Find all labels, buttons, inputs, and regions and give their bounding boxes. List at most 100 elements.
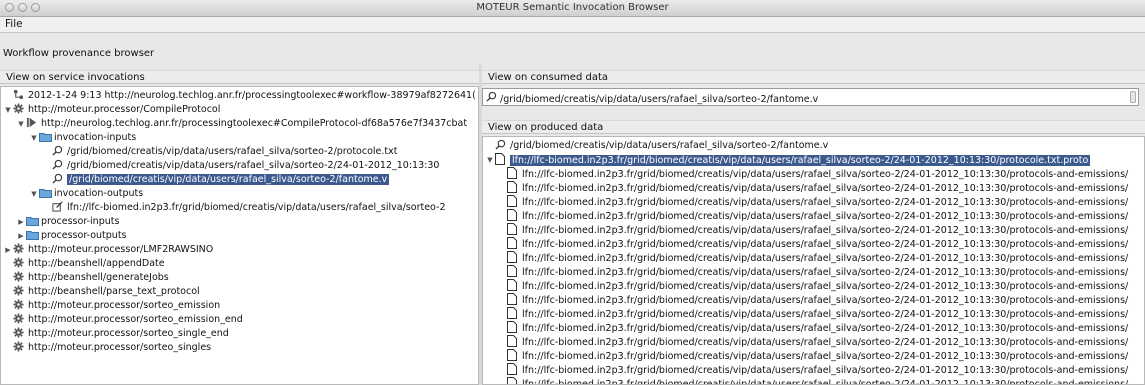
- produced-row[interactable]: lfn://lfc-biomed.in2p3.fr/grid/biomed/cr…: [483, 349, 1128, 363]
- produced-label: lfn://lfc-biomed.in2p3.fr/grid/biomed/cr…: [522, 239, 1129, 250]
- invocation-row[interactable]: http://moteur.processor/sorteo_emission_…: [1, 313, 243, 327]
- consumed-field-scroll[interactable]: [1130, 91, 1136, 103]
- produced-row[interactable]: /grid/biomed/creatis/vip/data/users/rafa…: [483, 139, 828, 153]
- doc-icon: [507, 307, 519, 319]
- produced-row[interactable]: lfn://lfc-biomed.in2p3.fr/grid/biomed/cr…: [483, 335, 1128, 349]
- produced-row[interactable]: lfn://lfc-biomed.in2p3.fr/grid/biomed/cr…: [483, 321, 1128, 335]
- invocation-row[interactable]: http://beanshell/appendDate: [1, 257, 165, 271]
- collapse-toggle-icon[interactable]: ▼: [3, 103, 13, 117]
- invocation-label: http://moteur.processor/sorteo_singles: [28, 342, 212, 353]
- consumed-data-header: View on consumed data: [482, 70, 1145, 84]
- invocation-row[interactable]: 2012-1-24 9:13 http://neurolog.techlog.a…: [1, 89, 476, 103]
- produced-label: lfn://lfc-biomed.in2p3.fr/grid/biomed/cr…: [522, 309, 1129, 320]
- collapse-toggle-icon[interactable]: ▼: [29, 131, 39, 145]
- doc-icon: [507, 293, 519, 305]
- produced-row[interactable]: lfn://lfc-biomed.in2p3.fr/grid/biomed/cr…: [483, 279, 1128, 293]
- invocation-label: lfn://lfc-biomed.in2p3.fr/grid/biomed/cr…: [67, 202, 446, 213]
- service-invocations-header: View on service invocations: [0, 70, 479, 84]
- produced-row[interactable]: lfn://lfc-biomed.in2p3.fr/grid/biomed/cr…: [483, 209, 1128, 223]
- invocation-label: http://moteur.processor/sorteo_emission_…: [28, 314, 243, 325]
- doc-icon: [507, 181, 519, 193]
- folder-icon: [26, 216, 39, 228]
- invocation-row[interactable]: /grid/biomed/creatis/vip/data/users/rafa…: [1, 145, 397, 159]
- produced-data-tree[interactable]: /grid/biomed/creatis/vip/data/users/rafa…: [482, 136, 1145, 385]
- consumed-data-value: /grid/biomed/creatis/vip/data/users/rafa…: [500, 94, 819, 105]
- doc-icon: [507, 363, 519, 375]
- expand-toggle-icon[interactable]: ▶: [16, 215, 26, 229]
- invocation-row[interactable]: http://moteur.processor/sorteo_single_en…: [1, 327, 229, 341]
- doc-icon: [507, 195, 519, 207]
- doc-icon: [507, 349, 519, 361]
- consumed-data-field[interactable]: /grid/biomed/creatis/vip/data/users/rafa…: [482, 88, 1139, 106]
- produced-label: lfn://lfc-biomed.in2p3.fr/grid/biomed/cr…: [522, 281, 1129, 292]
- invocation-row[interactable]: ▼ http://neurolog.techlog.anr.fr/processi…: [1, 117, 467, 131]
- doc-icon: [507, 377, 519, 384]
- invocation-label: processor-outputs: [41, 230, 127, 241]
- produced-data-header: View on produced data: [482, 120, 1145, 134]
- produced-row[interactable]: lfn://lfc-biomed.in2p3.fr/grid/biomed/cr…: [483, 363, 1128, 377]
- gear-icon: [13, 341, 25, 353]
- invocation-label: /grid/biomed/creatis/vip/data/users/rafa…: [67, 174, 390, 185]
- produced-row[interactable]: ▼ lfn://lfc-biomed.in2p3.fr/grid/biomed/c…: [483, 153, 1091, 167]
- invocation-row[interactable]: ▶ processor-outputs: [1, 229, 127, 243]
- window-title: MOTEUR Semantic Invocation Browser: [476, 2, 669, 13]
- menu-bar: File: [0, 17, 1145, 33]
- invocation-label: invocation-outputs: [54, 188, 144, 199]
- menu-file[interactable]: File: [5, 18, 23, 30]
- invocation-row[interactable]: /grid/biomed/creatis/vip/data/users/rafa…: [1, 173, 390, 187]
- invocation-row[interactable]: http://beanshell/generateJobs: [1, 271, 169, 285]
- produced-row[interactable]: lfn://lfc-biomed.in2p3.fr/grid/biomed/cr…: [483, 223, 1128, 237]
- workflow-icon: [13, 89, 25, 101]
- expand-toggle-icon[interactable]: ▶: [3, 243, 13, 257]
- produced-label: lfn://lfc-biomed.in2p3.fr/grid/biomed/cr…: [522, 337, 1129, 348]
- invocation-row[interactable]: ▶ processor-inputs: [1, 215, 119, 229]
- run-icon: [26, 117, 38, 129]
- invocation-row[interactable]: http://moteur.processor/sorteo_singles: [1, 341, 211, 355]
- invocation-label: http://beanshell/parse_text_protocol: [28, 286, 200, 297]
- collapse-toggle-icon[interactable]: ▼: [29, 187, 39, 201]
- produced-row[interactable]: lfn://lfc-biomed.in2p3.fr/grid/biomed/cr…: [483, 181, 1128, 195]
- data-icon: [52, 145, 64, 157]
- doc-icon: [495, 153, 507, 165]
- data-icon: [52, 173, 64, 185]
- produced-row[interactable]: lfn://lfc-biomed.in2p3.fr/grid/biomed/cr…: [483, 307, 1128, 321]
- produced-row[interactable]: lfn://lfc-biomed.in2p3.fr/grid/biomed/cr…: [483, 251, 1128, 265]
- invocation-label: http://moteur.processor/sorteo_single_en…: [28, 328, 229, 339]
- invocation-row[interactable]: http://beanshell/parse_text_protocol: [1, 285, 200, 299]
- invocation-row[interactable]: ▼ invocation-inputs: [1, 131, 136, 145]
- gear-icon: [13, 271, 25, 283]
- invocation-row[interactable]: ▶ http://moteur.processor/LMF2RAWSINO: [1, 243, 213, 257]
- gear-icon: [13, 313, 25, 325]
- invocation-label: http://moteur.processor/LMF2RAWSINO: [28, 244, 214, 255]
- invocation-row[interactable]: ▼ http://moteur.processor/CompileProtocol: [1, 103, 220, 117]
- produced-label: lfn://lfc-biomed.in2p3.fr/grid/biomed/cr…: [522, 323, 1129, 334]
- app-header: Workflow provenance browser: [3, 48, 155, 59]
- doc-icon: [507, 237, 519, 249]
- doc-icon: [507, 279, 519, 291]
- gear-icon: [13, 257, 25, 269]
- doc-icon: [507, 223, 519, 235]
- produced-row[interactable]: lfn://lfc-biomed.in2p3.fr/grid/biomed/cr…: [483, 167, 1128, 181]
- doc-icon: [507, 335, 519, 347]
- produced-row[interactable]: lfn://lfc-biomed.in2p3.fr/grid/biomed/cr…: [483, 237, 1128, 251]
- produced-label: lfn://lfc-biomed.in2p3.fr/grid/biomed/cr…: [522, 183, 1129, 194]
- invocation-row[interactable]: /grid/biomed/creatis/vip/data/users/rafa…: [1, 159, 439, 173]
- service-invocations-tree[interactable]: 2012-1-24 9:13 http://neurolog.techlog.a…: [0, 86, 479, 385]
- doc-icon: [507, 251, 519, 263]
- invocation-row[interactable]: ▼ invocation-outputs: [1, 187, 143, 201]
- consumed-data-title: View on consumed data: [488, 72, 608, 83]
- produced-label: lfn://lfc-biomed.in2p3.fr/grid/biomed/cr…: [522, 253, 1129, 264]
- doc-icon: [507, 167, 519, 179]
- produced-row[interactable]: lfn://lfc-biomed.in2p3.fr/grid/biomed/cr…: [483, 293, 1128, 307]
- collapse-toggle-icon[interactable]: ▼: [16, 117, 26, 131]
- produced-row[interactable]: lfn://lfc-biomed.in2p3.fr/grid/biomed/cr…: [483, 265, 1128, 279]
- collapse-toggle-icon[interactable]: ▼: [485, 153, 495, 167]
- produced-row[interactable]: lfn://lfc-biomed.in2p3.fr/grid/biomed/cr…: [483, 195, 1128, 209]
- produced-row[interactable]: lfn://lfc-biomed.in2p3.fr/grid/biomed/cr…: [483, 377, 1128, 384]
- data-icon: [486, 91, 497, 105]
- doc-icon: [507, 265, 519, 277]
- expand-toggle-icon[interactable]: ▶: [16, 229, 26, 243]
- produced-label: /grid/biomed/creatis/vip/data/users/rafa…: [510, 140, 829, 151]
- invocation-row[interactable]: lfn://lfc-biomed.in2p3.fr/grid/biomed/cr…: [1, 201, 446, 215]
- invocation-row[interactable]: http://moteur.processor/sorteo_emission: [1, 299, 220, 313]
